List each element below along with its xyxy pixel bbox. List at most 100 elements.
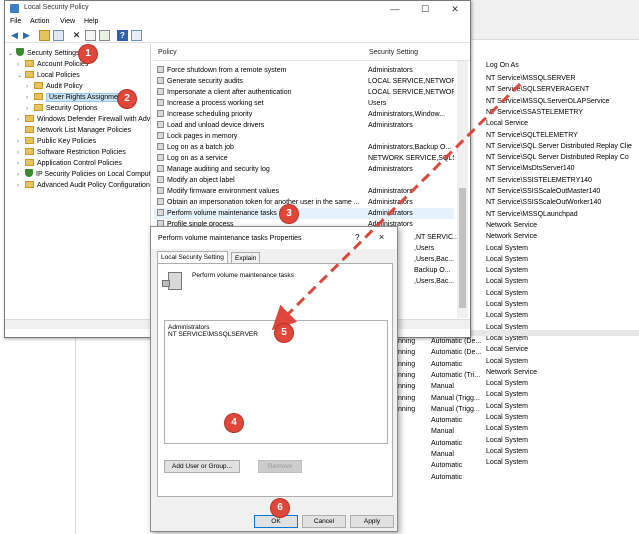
service-logon-account[interactable]: Local Service [486, 344, 528, 355]
tree-item[interactable]: › Public Key Policies [17, 136, 96, 147]
service-startup-type[interactable]: Manual [431, 426, 454, 437]
service-logon-account[interactable]: Local System [486, 356, 528, 367]
service-logon-account[interactable]: Local System [486, 310, 528, 321]
policy-row[interactable]: Increase scheduling priority Administrato… [154, 109, 454, 120]
menu-action[interactable]: Action [30, 18, 49, 25]
service-logon-account[interactable]: Local System [486, 446, 528, 457]
service-startup-type[interactable]: Automatic [431, 415, 462, 426]
policy-row[interactable]: Perform volume maintenance tasks Administ… [154, 208, 454, 219]
ok-button[interactable]: OK [254, 515, 298, 528]
service-startup-type[interactable]: Automatic [431, 359, 462, 370]
menu-help[interactable]: Help [84, 18, 98, 25]
policy-row[interactable]: Impersonate a client after authenticatio… [154, 87, 454, 98]
service-logon-account[interactable]: NT Service\SQL Server Distributed Replay… [486, 152, 629, 163]
service-logon-account[interactable]: NT Service\SQLTELEMETRY [486, 130, 578, 141]
delete-icon[interactable]: ✕ [71, 30, 82, 41]
forward-icon[interactable]: ▶ [21, 30, 32, 41]
service-startup-type[interactable]: Manual [431, 381, 454, 392]
service-startup-type[interactable]: Manual (Trigg... [431, 404, 480, 415]
service-logon-account[interactable]: NT Service\SQL Server Distributed Replay… [486, 141, 632, 152]
service-logon-account[interactable]: Local System [486, 276, 528, 287]
close-button[interactable]: ✕ [440, 1, 470, 17]
up-folder-icon[interactable] [39, 30, 50, 41]
export-list-icon[interactable] [99, 30, 110, 41]
tree-item[interactable]: › Software Restriction Policies [17, 147, 126, 158]
policy-row[interactable]: Modify an object label [154, 175, 454, 186]
expand-arrow-icon[interactable]: › [17, 181, 25, 192]
service-logon-account[interactable]: NT Service\MSSQLServerOLAPService [486, 96, 610, 107]
tree-item[interactable]: ⌄ Security Settings [8, 48, 80, 59]
service-logon-account[interactable]: Local System [486, 288, 528, 299]
tree-item[interactable]: Network List Manager Policies [17, 125, 131, 136]
maximize-button[interactable]: ☐ [410, 1, 440, 17]
service-logon-account[interactable]: Local System [486, 412, 528, 423]
policy-row[interactable]: Modify firmware environment values Admini… [154, 186, 454, 197]
service-logon-account[interactable]: NT Service\SSISTELEMETRY140 [486, 175, 592, 186]
service-logon-account[interactable]: NT Service\SQLSERVERAGENT [486, 84, 589, 95]
tree-item[interactable]: › IP Security Policies on Local Computer [17, 169, 150, 180]
scrollbar-thumb[interactable] [459, 188, 466, 308]
service-logon-account[interactable]: Local System [486, 435, 528, 446]
service-logon-account[interactable]: NT Service\MSSQLSERVER [486, 73, 576, 84]
service-logon-account[interactable]: Local System [486, 401, 528, 412]
dialog-help-button[interactable]: ? [355, 233, 359, 242]
service-logon-account[interactable]: Local Service [486, 118, 528, 129]
dialog-close-button[interactable]: × [379, 232, 384, 242]
tree-item[interactable]: › Windows Defender Firewall with Advan [17, 114, 150, 125]
tree-item[interactable]: › Advanced Audit Policy Configuration [17, 180, 150, 191]
tree-item[interactable]: › Security Options [26, 103, 97, 114]
service-logon-account[interactable]: Local System [486, 243, 528, 254]
minimize-button[interactable]: — [380, 1, 410, 17]
service-startup-type[interactable]: Automatic (Tri... [431, 370, 480, 381]
collapse-arrow-icon[interactable]: ⌄ [17, 71, 25, 82]
policy-row[interactable]: Manage auditing and security log Administ… [154, 164, 454, 175]
properties-icon[interactable] [85, 30, 96, 41]
log-on-as-header[interactable]: Log On As [486, 62, 519, 69]
service-logon-account[interactable]: NT Service\SSISScaleOutWorker140 [486, 197, 601, 208]
back-icon[interactable]: ◀ [9, 30, 20, 41]
menu-view[interactable]: View [60, 18, 75, 25]
policy-row[interactable]: Force shutdown from a remote system Admin… [154, 65, 454, 76]
console-icon[interactable] [131, 30, 142, 41]
tree-item[interactable]: › Account Policies [17, 59, 88, 70]
policy-row[interactable]: Log on as a service NETWORK SERVICE,SQLS.… [154, 153, 454, 164]
service-startup-type[interactable]: Automatic [431, 438, 462, 449]
apply-button[interactable]: Apply [350, 515, 394, 528]
service-logon-account[interactable]: Local System [486, 299, 528, 310]
column-policy[interactable]: Policy [158, 49, 177, 56]
tree-item[interactable]: › Audit Policy [26, 81, 83, 92]
service-logon-account[interactable]: Local System [486, 254, 528, 265]
policy-row[interactable]: Log on as a batch job Administrators,Back… [154, 142, 454, 153]
column-security-setting[interactable]: Security Setting [369, 49, 418, 56]
service-logon-account[interactable]: Network Service [486, 231, 537, 242]
service-logon-account[interactable]: NT Service\SSASTELEMETRY [486, 107, 583, 118]
remove-button[interactable]: Remove [258, 460, 302, 473]
menu-file[interactable]: File [10, 18, 21, 25]
service-logon-account[interactable]: NT Service\SSISScaleOutMaster140 [486, 186, 600, 197]
collapse-arrow-icon[interactable]: ⌄ [8, 49, 16, 60]
policy-row[interactable]: Lock pages in memory [154, 131, 454, 142]
tree-item[interactable]: › Application Control Policies [17, 158, 122, 169]
policy-row[interactable]: Generate security audits LOCAL SERVICE,NE… [154, 76, 454, 87]
service-logon-account[interactable]: Local System [486, 423, 528, 434]
policy-row[interactable]: Obtain an impersonation token for anothe… [154, 197, 454, 208]
service-logon-account[interactable]: Network Service [486, 367, 537, 378]
service-logon-account[interactable]: Local System [486, 265, 528, 276]
cancel-button[interactable]: Cancel [302, 515, 346, 528]
service-logon-account[interactable]: NT Service\MsDtsServer140 [486, 163, 575, 174]
service-startup-type[interactable]: Automatic (De... [431, 347, 481, 358]
service-logon-account[interactable]: NT Service\MSSQLaunchpad [486, 209, 578, 220]
account-item[interactable]: NT SERVICE\MSSQLSERVER [168, 331, 258, 339]
service-logon-account[interactable]: Local System [486, 389, 528, 400]
service-logon-account[interactable]: Network Service [486, 220, 537, 231]
service-startup-type[interactable]: Automatic [431, 460, 462, 471]
service-logon-account[interactable]: Local System [486, 378, 528, 389]
show-tree-icon[interactable] [53, 30, 64, 41]
help-icon[interactable]: ? [117, 30, 128, 41]
service-startup-type[interactable]: Automatic [431, 472, 462, 483]
policy-row[interactable]: Load and unload device drivers Administra… [154, 120, 454, 131]
tree-item[interactable]: ⌄ Local Policies [17, 70, 80, 81]
tree-item[interactable]: › User Rights Assignment [26, 92, 127, 103]
service-startup-type[interactable]: Manual [431, 449, 454, 460]
service-logon-account[interactable]: Local System [486, 457, 528, 468]
